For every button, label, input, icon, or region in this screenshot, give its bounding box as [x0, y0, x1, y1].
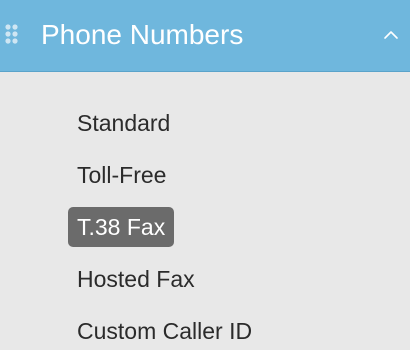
menu-item-toll-free[interactable]: Toll-Free: [77, 157, 166, 193]
menu-header[interactable]: Phone Numbers: [0, 0, 410, 72]
grid-icon: [5, 24, 18, 44]
menu-title: Phone Numbers: [41, 19, 244, 50]
phone-numbers-menu: Phone Numbers Standard Toll-Free T.38 Fa…: [0, 0, 410, 350]
menu-item-custom-caller-id[interactable]: Custom Caller ID: [77, 313, 252, 349]
menu-item-t38-fax[interactable]: T.38 Fax: [68, 207, 175, 247]
menu-item-standard[interactable]: Standard: [77, 105, 170, 141]
menu-item-hosted-fax[interactable]: Hosted Fax: [77, 261, 195, 297]
chevron-up-icon[interactable]: [383, 29, 399, 41]
